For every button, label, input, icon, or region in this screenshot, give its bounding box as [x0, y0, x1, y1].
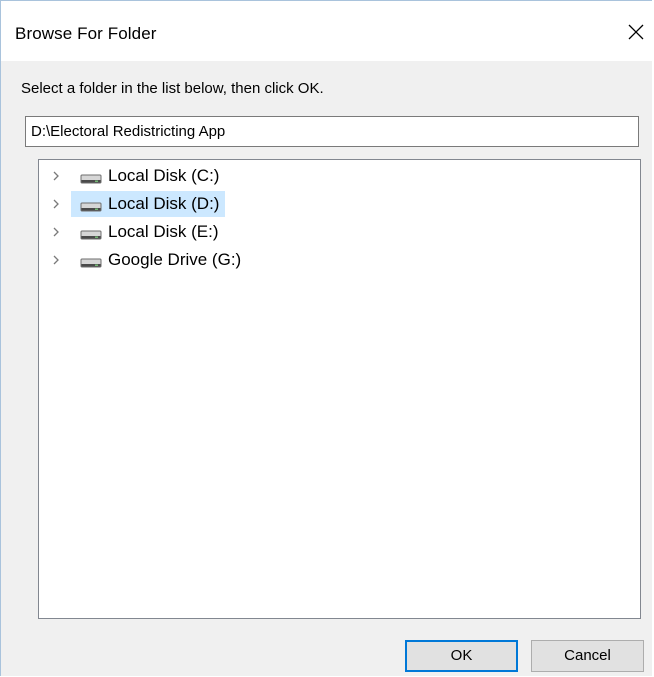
drive-icon	[80, 174, 102, 184]
tree-item-local-disk-e[interactable]: Local Disk (E:)	[39, 219, 439, 245]
chevron-right-icon[interactable]	[51, 226, 61, 238]
drive-icon	[80, 202, 102, 212]
tree-item-main[interactable]: Local Disk (E:)	[71, 219, 225, 245]
tree-item-local-disk-d[interactable]: Local Disk (D:)	[39, 191, 439, 217]
tree-item-label: Local Disk (E:)	[108, 222, 219, 241]
tree-item-local-disk-c[interactable]: Local Disk (C:)	[39, 163, 439, 189]
tree-item-main-selected[interactable]: Local Disk (D:)	[71, 191, 226, 217]
dialog-title: Browse For Folder	[15, 24, 157, 43]
tree-item-label: Google Drive (G:)	[108, 250, 242, 269]
instruction-text: Select a folder in the list below, then …	[21, 80, 324, 97]
drive-icon	[80, 230, 102, 240]
tree-item-label: Local Disk (D:)	[108, 194, 220, 213]
folder-tree[interactable]: Local Disk (C:) Local Disk (D:) Local Di…	[38, 159, 641, 619]
ok-button[interactable]: OK	[405, 640, 518, 672]
title-bar: Browse For Folder	[1, 1, 653, 61]
close-icon[interactable]	[623, 19, 649, 45]
tree-item-main[interactable]: Local Disk (C:)	[71, 163, 225, 189]
browse-folder-dialog: Browse For Folder Select a folder in the…	[0, 0, 653, 676]
tree-item-google-drive-g[interactable]: Google Drive (G:)	[39, 247, 439, 273]
tree-item-label: Local Disk (C:)	[108, 166, 220, 185]
chevron-right-icon[interactable]	[51, 254, 61, 266]
cancel-button[interactable]: Cancel	[531, 640, 644, 672]
chevron-right-icon[interactable]	[51, 198, 61, 210]
drive-icon	[80, 258, 102, 268]
chevron-right-icon[interactable]	[51, 170, 61, 182]
folder-path-field[interactable]	[25, 116, 639, 147]
tree-item-main[interactable]: Google Drive (G:)	[71, 247, 247, 273]
